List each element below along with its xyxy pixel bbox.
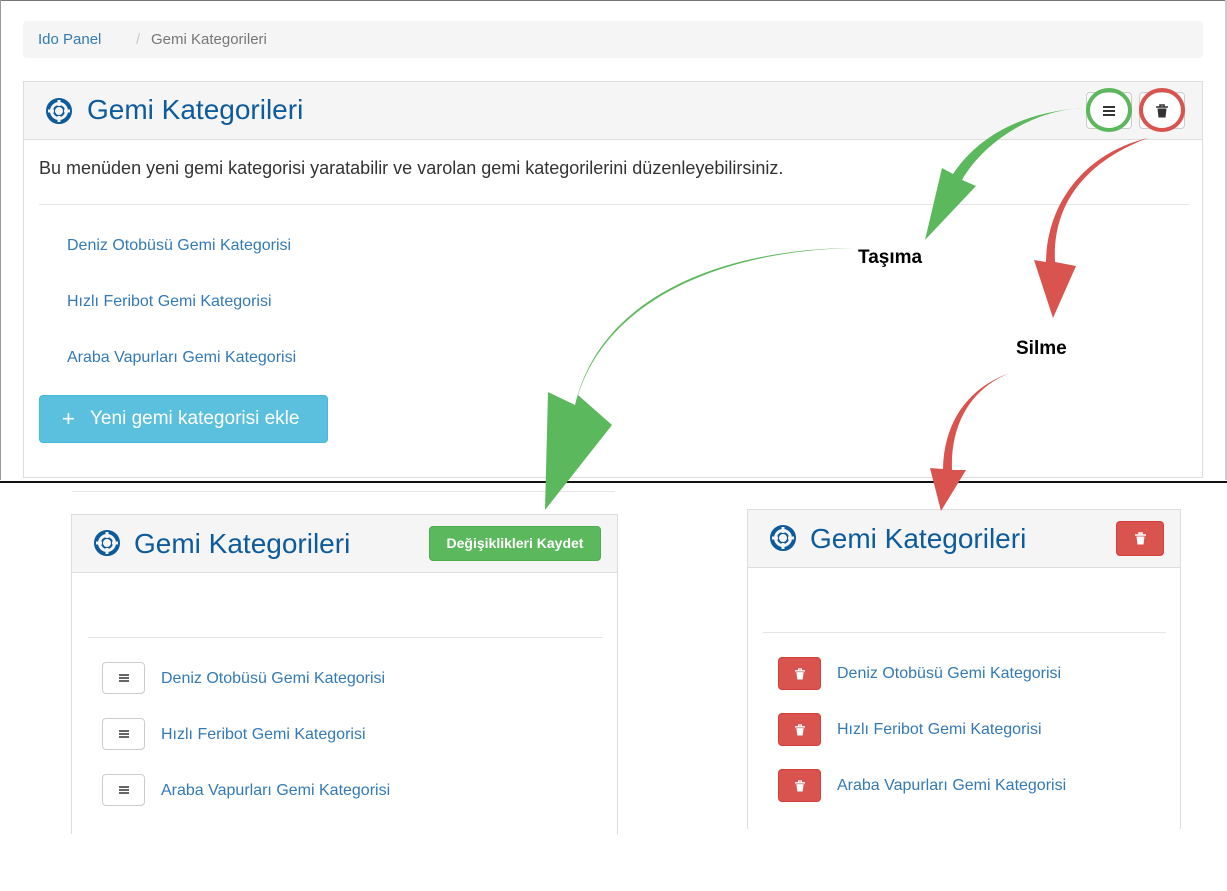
delete-item-button[interactable]: [778, 713, 821, 746]
lifebuoy-icon: [46, 98, 72, 124]
category-link[interactable]: Araba Vapurları Gemi Kategorisi: [161, 782, 390, 800]
breadcrumb-home-link[interactable]: Ido Panel: [38, 21, 101, 58]
breadcrumb-separator: /: [136, 31, 141, 48]
trash-icon: [794, 723, 805, 735]
section-divider: [0, 481, 1227, 483]
reorder-icon: [118, 786, 129, 794]
plus-icon: +: [62, 406, 75, 431]
delete-annotation-label: Silme: [1016, 338, 1067, 359]
category-link[interactable]: Hızlı Feribot Gemi Kategorisi: [67, 293, 272, 311]
reorder-icon: [118, 674, 129, 682]
add-category-button[interactable]: + Yeni gemi kategorisi ekle: [39, 395, 328, 443]
trash-icon: [794, 779, 805, 791]
drag-handle-button[interactable]: [102, 662, 145, 694]
breadcrumb-current: Gemi Kategorileri: [151, 31, 267, 48]
lifebuoy-icon: [770, 525, 796, 551]
page-title: Gemi Kategorileri: [87, 94, 304, 125]
delete-panel: Gemi Kategorileri Deniz Otobüsü Gemi Kat…: [747, 509, 1181, 829]
category-link[interactable]: Deniz Otobüsü Gemi Kategorisi: [161, 670, 385, 688]
trash-icon: [794, 667, 805, 679]
move-annotation-label: Taşıma: [858, 247, 923, 268]
drag-handle-button[interactable]: [102, 718, 145, 750]
trash-icon: [1134, 532, 1146, 545]
save-changes-button[interactable]: Değişiklikleri Kaydet: [429, 526, 601, 561]
move-highlight-ring: [1086, 88, 1132, 132]
description-divider: [39, 204, 1189, 205]
delete-highlight-ring: [1139, 88, 1185, 132]
move-panel-top-line: [72, 491, 615, 492]
category-link[interactable]: Araba Vapurları Gemi Kategorisi: [67, 349, 296, 367]
move-panel: Gemi Kategorileri Deniz Otobüsü Gemi Kat…: [71, 514, 618, 834]
add-category-label: Yeni gemi kategorisi ekle: [90, 408, 300, 429]
delete-item-button[interactable]: [778, 657, 821, 690]
category-link[interactable]: Hızlı Feribot Gemi Kategorisi: [161, 726, 366, 744]
main-panel-header: Gemi Kategorileri: [24, 82, 1202, 140]
move-panel-divider: [88, 637, 603, 638]
breadcrumb: Ido Panel / Gemi Kategorileri: [23, 21, 1203, 58]
delete-item-button[interactable]: [778, 769, 821, 802]
lifebuoy-icon: [94, 530, 120, 556]
move-panel-title: Gemi Kategorileri: [134, 528, 351, 559]
category-link[interactable]: Hızlı Feribot Gemi Kategorisi: [837, 721, 1042, 739]
delete-panel-title: Gemi Kategorileri: [810, 523, 1027, 554]
category-link[interactable]: Deniz Otobüsü Gemi Kategorisi: [837, 665, 1061, 683]
drag-handle-button[interactable]: [102, 774, 145, 806]
reorder-icon: [118, 730, 129, 738]
panel-description: Bu menüden yeni gemi kategorisi yaratabi…: [39, 158, 784, 178]
frame-top-border: [0, 0, 1227, 1]
delete-panel-header: Gemi Kategorileri: [748, 510, 1180, 568]
delete-header-button[interactable]: [1116, 521, 1164, 556]
category-link[interactable]: Deniz Otobüsü Gemi Kategorisi: [67, 237, 291, 255]
category-link[interactable]: Araba Vapurları Gemi Kategorisi: [837, 777, 1066, 795]
frame-left-border: [0, 0, 1, 480]
delete-panel-divider: [763, 632, 1166, 633]
